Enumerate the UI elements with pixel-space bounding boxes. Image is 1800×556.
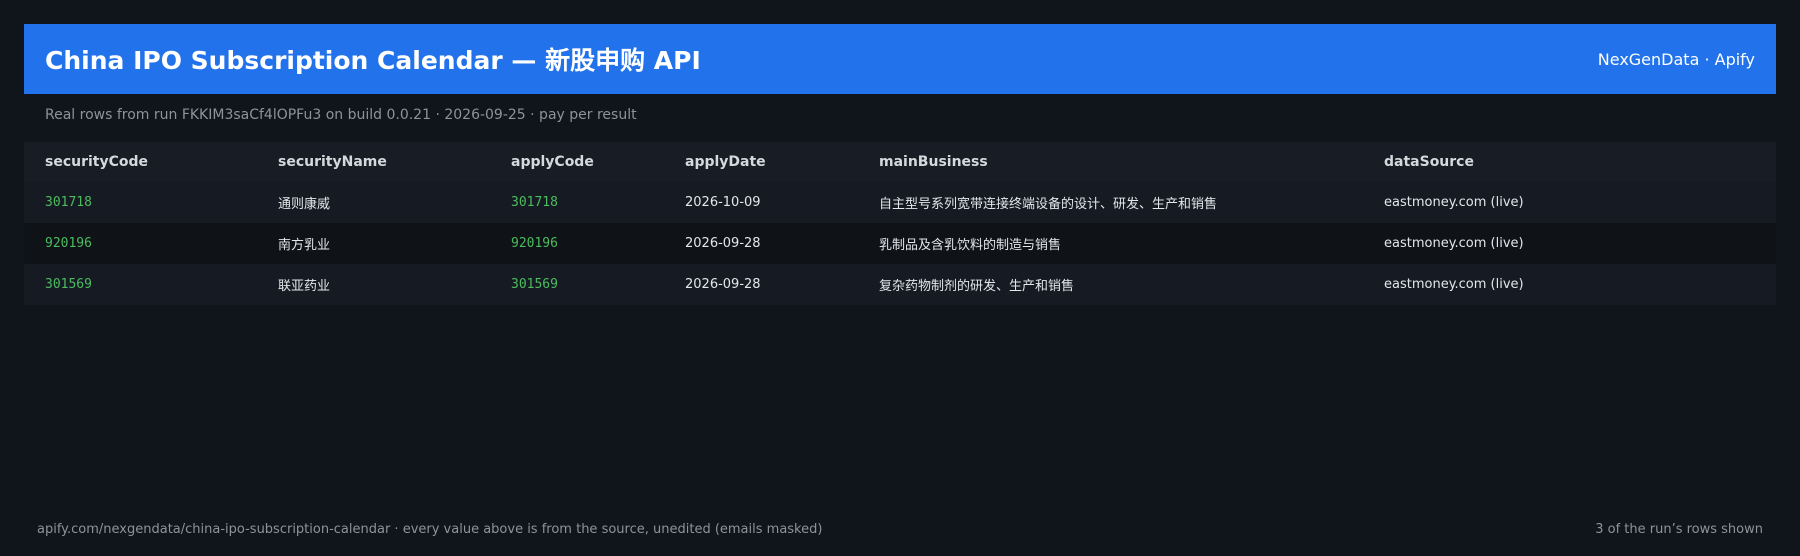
data-source-cell: eastmoney.com (live) [1384, 195, 1524, 210]
security-name-cell: 南方乳业 [278, 238, 331, 253]
column-header-securitycode: securityCode [45, 154, 149, 170]
apply-code-cell: 301718 [511, 195, 558, 210]
table-row: 301718 通则康威 301718 2026-10-09 自主型号系列宽带连接… [24, 182, 1776, 223]
security-code-cell: 301569 [45, 277, 92, 292]
security-name-cell: 通则康威 [278, 197, 331, 212]
column-header-mainbusiness: mainBusiness [879, 154, 988, 170]
apply-code-cell: 301569 [511, 277, 558, 292]
column-header-securityname: securityName [278, 154, 387, 170]
apply-date-cell: 2026-10-09 [685, 195, 761, 210]
apply-code-cell: 920196 [511, 236, 558, 251]
security-code-cell: 920196 [45, 236, 92, 251]
column-header-applydate: applyDate [685, 154, 766, 170]
data-source-cell: eastmoney.com (live) [1384, 236, 1524, 251]
table-row: 920196 南方乳业 920196 2026-09-28 乳制品及含乳饮料的制… [24, 223, 1776, 264]
run-subtitle: Real rows from run FKKIM3saCf4lOPFu3 on … [45, 107, 637, 123]
page-title: China IPO Subscription Calendar — 新股申购 A… [45, 46, 701, 75]
security-code-cell: 301718 [45, 195, 92, 210]
main-business-cell: 乳制品及含乳饮料的制造与销售 [879, 238, 1062, 253]
security-name-cell: 联亚药业 [278, 279, 331, 294]
table-row: 301569 联亚药业 301569 2026-09-28 复杂药物制剂的研发、… [24, 264, 1776, 305]
main-business-cell: 自主型号系列宽带连接终端设备的设计、研发、生产和销售 [879, 197, 1218, 212]
brand-label: NexGenData · Apify [1597, 49, 1755, 69]
main-business-cell: 复杂药物制剂的研发、生产和销售 [879, 279, 1075, 294]
column-header-datasource: dataSource [1384, 154, 1474, 170]
results-table: securityCode securityName applyCode appl… [24, 142, 1776, 305]
data-source-cell: eastmoney.com (live) [1384, 277, 1524, 292]
apply-date-cell: 2026-09-28 [685, 277, 761, 292]
apply-date-cell: 2026-09-28 [685, 236, 761, 251]
footer-row-count: 3 of the run’s rows shown [1595, 522, 1763, 537]
table-header-row: securityCode securityName applyCode appl… [24, 142, 1776, 182]
column-header-applycode: applyCode [511, 154, 594, 170]
header-bar: China IPO Subscription Calendar — 新股申购 A… [24, 24, 1776, 94]
footer-source-note: apify.com/nexgendata/china-ipo-subscript… [37, 522, 823, 537]
